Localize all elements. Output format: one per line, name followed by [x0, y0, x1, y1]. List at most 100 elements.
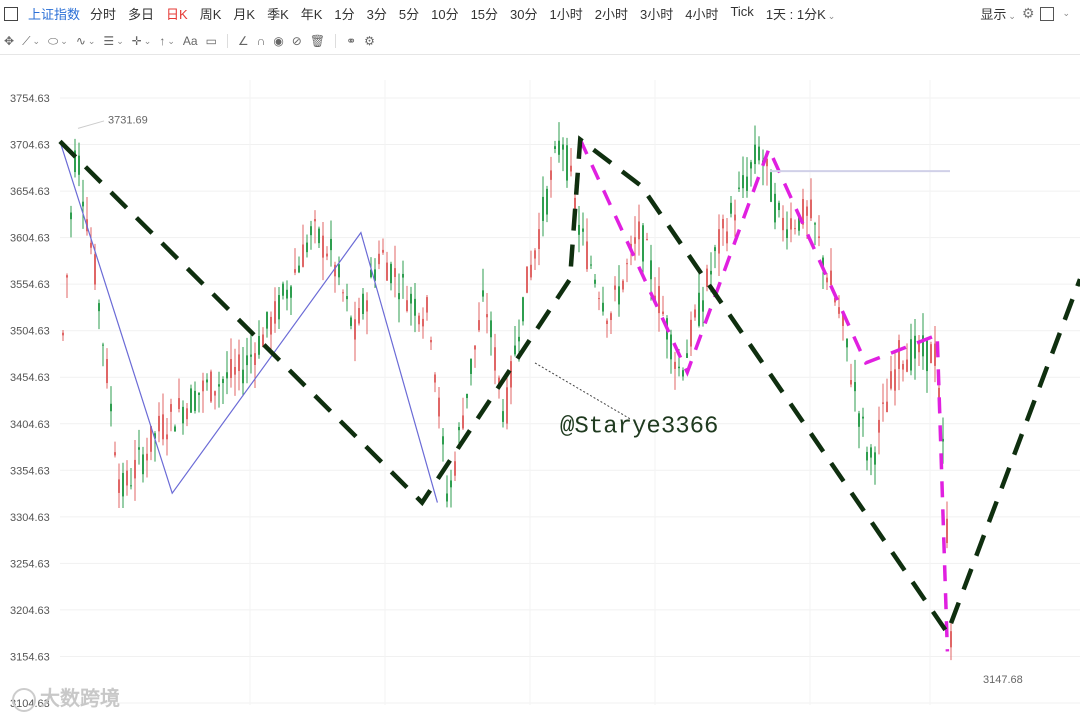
- candle-body: [610, 313, 612, 321]
- y-tick-label: 3354.63: [10, 465, 50, 477]
- window-square-icon[interactable]: [1040, 6, 1055, 21]
- candle-body: [614, 285, 616, 290]
- line-tool-icon[interactable]: ⟋ ⌄: [18, 34, 44, 49]
- candle-body: [730, 202, 732, 214]
- candle-body: [202, 380, 204, 392]
- candle-body: [98, 303, 100, 312]
- timeframe-5[interactable]: 季K: [261, 4, 295, 23]
- y-tick-label: 3204.63: [10, 605, 50, 617]
- timeframe-2[interactable]: 日K: [160, 4, 194, 23]
- candle-body: [750, 162, 752, 169]
- candle-body: [394, 268, 396, 278]
- candle-body: [134, 459, 136, 479]
- timeframe-4[interactable]: 月K: [227, 4, 261, 23]
- candle-body: [306, 242, 308, 253]
- index-selector[interactable]: 上证指数: [24, 4, 84, 23]
- timeframe-17[interactable]: Tick: [724, 4, 759, 23]
- candle-body: [230, 359, 232, 378]
- timeframe-0[interactable]: 分时: [84, 4, 122, 23]
- timeframe-12[interactable]: 30分: [504, 4, 543, 23]
- timeframe-6[interactable]: 年K: [295, 4, 329, 23]
- trash-icon[interactable]: 🗑: [306, 34, 329, 48]
- eye-tool-icon[interactable]: ◉: [269, 34, 287, 48]
- candle-body: [262, 334, 264, 347]
- settings-icon[interactable]: ⚙: [1022, 5, 1035, 22]
- candle-body: [782, 217, 784, 231]
- arrow-tool-icon[interactable]: ↑ ⌄: [155, 34, 179, 48]
- candle-body: [914, 335, 916, 359]
- timeframe-9[interactable]: 5分: [393, 4, 425, 23]
- timeframe-toolbar: 上证指数 分时 多日 日K 周K 月K 季K 年K 1分 3分 5分 10分 15分 30分 1小时 2小时…: [0, 0, 1080, 27]
- candle-body: [366, 300, 368, 312]
- angle-tool-icon[interactable]: ∠: [234, 34, 253, 48]
- candle-body: [298, 265, 300, 273]
- candle-body: [646, 239, 648, 241]
- candle-body: [438, 397, 440, 417]
- candle-body: [126, 470, 128, 486]
- candle-body: [710, 270, 712, 275]
- y-tick-label: 3404.63: [10, 419, 50, 431]
- timeframe-11[interactable]: 15分: [465, 4, 504, 23]
- candle-body: [78, 155, 80, 175]
- candle-body: [634, 237, 636, 244]
- y-tick-label: 3604.63: [10, 233, 50, 245]
- candle-body: [930, 344, 932, 364]
- candle-body: [686, 353, 688, 358]
- arc-tool-icon[interactable]: ∩: [253, 34, 270, 48]
- period-select[interactable]: 1天 : 1分K ⌄: [760, 4, 842, 23]
- move-icon[interactable]: ✥: [0, 34, 18, 48]
- timeframe-13[interactable]: 1小时: [544, 4, 589, 23]
- candle-body: [898, 340, 900, 369]
- candle-body: [622, 280, 624, 290]
- link-tool-icon[interactable]: ⚭: [342, 34, 360, 48]
- candle-body: [570, 165, 572, 172]
- candle-body: [934, 343, 936, 366]
- candle-body: [718, 229, 720, 254]
- candle-body: [526, 266, 528, 293]
- wave-tool-icon[interactable]: ∿ ⌄: [72, 34, 100, 48]
- hide-tool-icon[interactable]: ⊘: [288, 34, 306, 48]
- candle-body: [174, 426, 176, 432]
- candle-body: [426, 297, 428, 313]
- timeframe-1[interactable]: 多日: [122, 4, 160, 23]
- display-dropdown[interactable]: 显示 ⌄: [980, 4, 1016, 23]
- timeframe-10[interactable]: 10分: [425, 4, 464, 23]
- candle-body: [286, 289, 288, 299]
- timeframe-14[interactable]: 2小时: [589, 4, 634, 23]
- candle-body: [226, 372, 228, 379]
- candle-body: [162, 414, 164, 440]
- timeframe-7[interactable]: 1分: [328, 4, 360, 23]
- drawing-toolbar: ✥ ⟋ ⌄ ⬭ ⌄ ∿ ⌄ ☰ ⌄ ✛ ⌄ ↑ ⌄ Aa ▭ ∠ ∩ ◉ ⊘ 🗑 ⚭ ⚙: [0, 28, 1080, 55]
- candle-body: [878, 419, 880, 433]
- toolbar-right: 显示 ⌄ ⚙ ⌄: [980, 4, 1070, 23]
- candle-body: [462, 415, 464, 429]
- layout-square-icon[interactable]: [4, 6, 18, 21]
- candle-body: [794, 228, 796, 230]
- candle-body: [170, 404, 172, 412]
- timeframe-15[interactable]: 3小时: [634, 4, 679, 23]
- candle-body: [706, 268, 708, 287]
- timeframe-3[interactable]: 周K: [194, 4, 228, 23]
- timeframe-16[interactable]: 4小时: [679, 4, 724, 23]
- comment-tool-icon[interactable]: ▭: [202, 34, 221, 48]
- candle-body: [382, 249, 384, 253]
- y-tick-label: 3504.63: [10, 326, 50, 338]
- candle-body: [522, 297, 524, 322]
- candle-body: [398, 293, 400, 300]
- candle-body: [618, 286, 620, 305]
- candle-body: [830, 270, 832, 286]
- candle-body: [530, 264, 532, 278]
- text-tool-icon[interactable]: Aa: [179, 34, 202, 48]
- candle-body: [254, 353, 256, 365]
- candle-body: [414, 298, 416, 316]
- candlestick-chart[interactable]: 3754.63 3704.63 3654.63 3604.63 3554.63 3504.…: [0, 55, 1080, 715]
- candle-body: [662, 311, 664, 314]
- candle-body: [758, 146, 760, 161]
- candle-body: [650, 260, 652, 280]
- chart-settings-icon[interactable]: ⚙: [360, 34, 379, 48]
- timeframe-8[interactable]: 3分: [361, 4, 393, 23]
- candle-body: [90, 242, 92, 248]
- fib-tool-icon[interactable]: ☰ ⌄: [99, 34, 127, 48]
- ellipse-tool-icon[interactable]: ⬭ ⌄: [44, 34, 72, 49]
- cross-tool-icon[interactable]: ✛ ⌄: [128, 34, 156, 48]
